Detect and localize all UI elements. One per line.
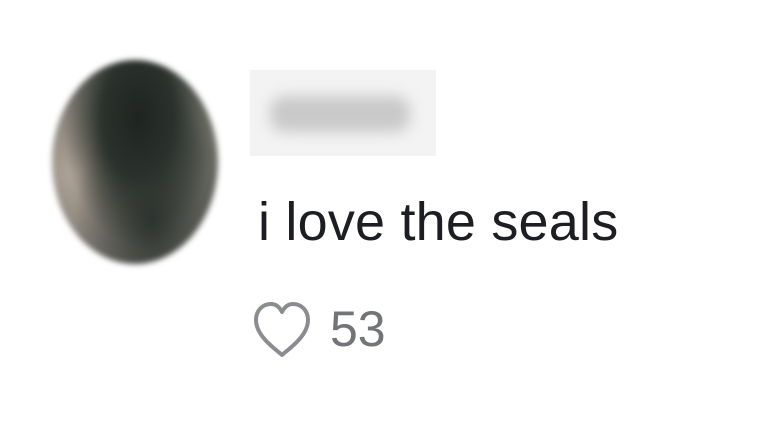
like-row: 53 xyxy=(248,294,386,364)
avatar[interactable] xyxy=(52,60,218,264)
comment-item: i love the seals 53 xyxy=(0,0,760,428)
like-count: 53 xyxy=(330,301,386,357)
heart-outline-icon xyxy=(250,298,314,360)
comment-text: i love the seals xyxy=(258,192,619,252)
username-text xyxy=(250,70,251,71)
username-blur xyxy=(270,96,410,132)
username[interactable] xyxy=(250,70,436,156)
like-button[interactable] xyxy=(248,294,316,364)
